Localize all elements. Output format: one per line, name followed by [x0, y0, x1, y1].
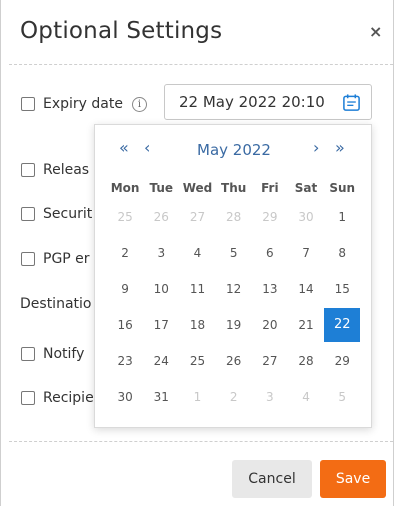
optional-settings-dialog: Optional Settings × Expiry date i 22 May…	[0, 0, 394, 506]
release-label: Releas	[43, 162, 90, 178]
calendar-grid: Mon Tue Wed Thu Fri Sat Sun 25 26 27 28 …	[107, 177, 361, 415]
datepicker-popup: « ‹ May 2022 › » Mon Tue Wed Thu Fri Sat…	[94, 124, 372, 428]
day-cell[interactable]: 15	[324, 282, 360, 296]
day-cell[interactable]: 10	[143, 282, 179, 296]
security-label: Securit	[43, 206, 93, 222]
notify-label: Notify	[43, 346, 85, 362]
day-cell[interactable]: 8	[324, 246, 360, 260]
security-checkbox[interactable]	[21, 207, 35, 221]
day-cell[interactable]: 4	[288, 390, 324, 404]
recipient-option: Recipie	[21, 390, 94, 406]
day-cell[interactable]: 1	[179, 390, 215, 404]
week-row: 16 17 18 19 20 21 22	[107, 307, 361, 343]
day-cell[interactable]: 3	[252, 390, 288, 404]
day-cell[interactable]: 3	[143, 246, 179, 260]
day-cell[interactable]: 18	[179, 318, 215, 332]
next-year-button[interactable]: »	[335, 139, 345, 157]
day-cell[interactable]: 9	[107, 282, 143, 296]
week-row: 25 26 27 28 29 30 1	[107, 199, 361, 235]
day-cell[interactable]: 30	[288, 210, 324, 224]
month-label[interactable]: May 2022	[95, 141, 373, 159]
notify-checkbox[interactable]	[21, 347, 35, 361]
day-cell[interactable]: 5	[216, 246, 252, 260]
info-icon[interactable]: i	[131, 96, 147, 112]
day-cell[interactable]: 28	[216, 210, 252, 224]
expiry-date-option: Expiry date i	[21, 96, 147, 112]
day-cell[interactable]: 5	[324, 390, 360, 404]
weekday-label: Thu	[221, 181, 247, 195]
selected-day-cell[interactable]: 22	[324, 308, 361, 342]
destination-label: Destinatio	[20, 296, 92, 312]
weekday-label: Fri	[261, 181, 279, 195]
day-cell[interactable]: 19	[216, 318, 252, 332]
day-cell[interactable]: 25	[179, 354, 215, 368]
destination-row: Destinatio	[20, 296, 91, 312]
day-cell[interactable]: 26	[216, 354, 252, 368]
cancel-button[interactable]: Cancel	[232, 460, 312, 498]
day-cell[interactable]: 25	[107, 210, 143, 224]
save-button[interactable]: Save	[320, 460, 386, 498]
week-row: 23 24 25 26 27 28 29	[107, 343, 361, 379]
day-cell[interactable]: 31	[143, 390, 179, 404]
weekday-label: Mon	[110, 181, 140, 195]
week-row: 9 10 11 12 13 14 15	[107, 271, 361, 307]
weekday-label: Sun	[329, 181, 356, 195]
dialog-title: Optional Settings	[20, 18, 223, 44]
footer-divider	[9, 441, 393, 442]
day-cell[interactable]: 27	[252, 354, 288, 368]
day-cell[interactable]: 11	[179, 282, 215, 296]
recipient-checkbox[interactable]	[21, 391, 35, 405]
day-cell[interactable]: 29	[252, 210, 288, 224]
day-cell[interactable]: 26	[143, 210, 179, 224]
security-option: Securit	[21, 206, 92, 222]
day-cell[interactable]: 28	[288, 354, 324, 368]
next-month-button[interactable]: ›	[313, 139, 319, 157]
release-checkbox[interactable]	[21, 163, 35, 177]
expiry-date-label: Expiry date	[43, 96, 123, 112]
recipient-label: Recipie	[43, 390, 94, 406]
weekday-header-row: Mon Tue Wed Thu Fri Sat Sun	[107, 177, 361, 199]
pgp-option: PGP er	[21, 251, 90, 267]
day-cell[interactable]: 21	[288, 318, 324, 332]
calendar-icon[interactable]	[342, 93, 361, 112]
day-cell[interactable]: 17	[143, 318, 179, 332]
expiry-date-value: 22 May 2022 20:10	[179, 93, 325, 111]
day-cell[interactable]: 4	[179, 246, 215, 260]
week-row: 2 3 4 5 6 7 8	[107, 235, 361, 271]
day-cell[interactable]: 29	[324, 354, 360, 368]
expiry-date-input[interactable]: 22 May 2022 20:10	[164, 84, 372, 120]
weekday-label: Tue	[149, 181, 174, 195]
weekday-label: Sat	[294, 181, 318, 195]
day-cell[interactable]: 27	[179, 210, 215, 224]
weekday-label: Wed	[182, 181, 213, 195]
release-option: Releas	[21, 162, 89, 178]
day-cell[interactable]: 2	[107, 246, 143, 260]
day-cell[interactable]: 16	[107, 318, 143, 332]
notify-option: Notify	[21, 346, 84, 362]
day-cell[interactable]: 2	[216, 390, 252, 404]
day-cell[interactable]: 6	[252, 246, 288, 260]
day-cell[interactable]: 24	[143, 354, 179, 368]
day-cell[interactable]: 20	[252, 318, 288, 332]
pgp-label: PGP er	[43, 251, 90, 267]
day-cell[interactable]: 1	[324, 210, 360, 224]
day-cell[interactable]: 7	[288, 246, 324, 260]
day-cell[interactable]: 23	[107, 354, 143, 368]
day-cell[interactable]: 14	[288, 282, 324, 296]
day-cell[interactable]: 12	[216, 282, 252, 296]
close-icon[interactable]: ×	[369, 24, 382, 40]
day-cell[interactable]: 13	[252, 282, 288, 296]
day-cell[interactable]: 30	[107, 390, 143, 404]
pgp-checkbox[interactable]	[21, 252, 35, 266]
expiry-date-checkbox[interactable]	[21, 97, 35, 111]
week-row: 30 31 1 2 3 4 5	[107, 379, 361, 415]
header-divider	[9, 64, 393, 65]
